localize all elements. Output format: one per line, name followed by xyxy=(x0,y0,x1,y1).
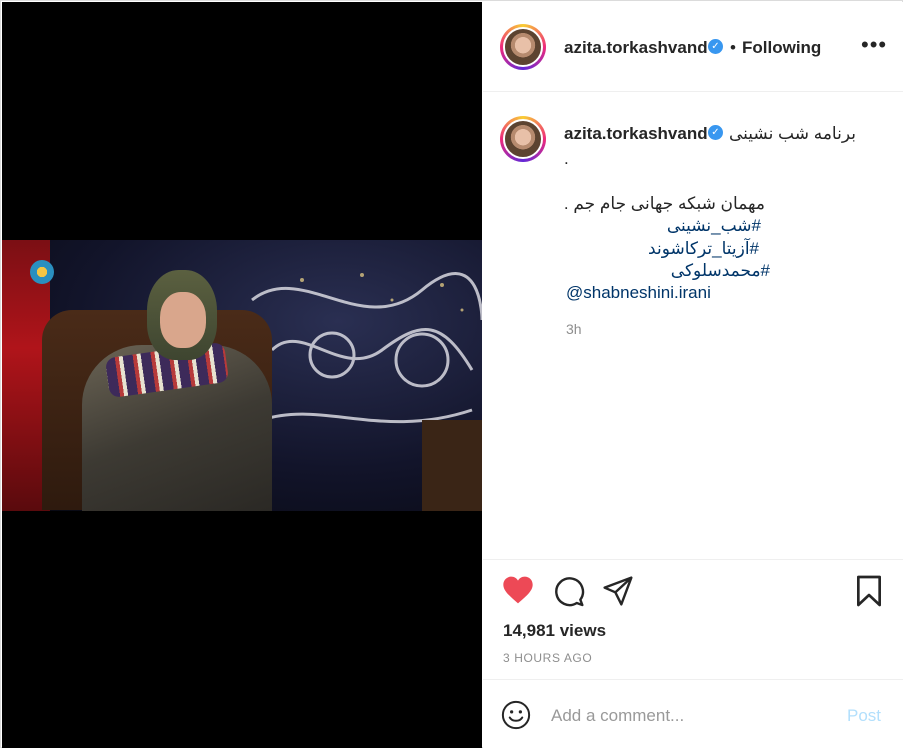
heart-icon[interactable] xyxy=(502,575,534,605)
comment-input[interactable] xyxy=(551,704,831,728)
hashtag-link[interactable]: #محمدسلوکی xyxy=(671,261,770,281)
comment-composer: Post xyxy=(483,679,903,748)
bookmark-icon[interactable] xyxy=(855,575,883,607)
caption-guest-line: مهمان شبکه جهانی جام جم . xyxy=(563,194,765,213)
mention-link[interactable]: @shabneshini.irani xyxy=(566,283,711,303)
action-bar: 14,981 views 3 HOURS AGO xyxy=(483,559,903,679)
video-frame[interactable] xyxy=(2,240,482,511)
side-table xyxy=(422,420,482,511)
hashtag-link[interactable]: #شب_نشینی xyxy=(667,216,761,236)
more-options-icon[interactable]: ••• xyxy=(861,32,887,58)
post-timestamp[interactable]: 3 HOURS AGO xyxy=(503,651,592,665)
emoji-icon[interactable] xyxy=(501,700,531,730)
username-link[interactable]: azita.torkashvand xyxy=(564,38,708,58)
verified-badge-icon: ✓ xyxy=(708,39,723,54)
views-count[interactable]: 14,981 views xyxy=(503,621,606,641)
caption-section: azita.torkashvand ✓ برنامه شب نشینی . مه… xyxy=(483,93,903,559)
caption-first-line: برنامه شب نشینی xyxy=(729,124,856,143)
caption-username-link[interactable]: azita.torkashvand xyxy=(564,124,708,144)
caption-timestamp[interactable]: 3h xyxy=(566,321,582,337)
hashtag-link[interactable]: #آزیتا_ترکاشوند xyxy=(648,239,759,259)
comment-icon[interactable] xyxy=(553,575,585,607)
post-media[interactable] xyxy=(2,2,482,748)
post-comment-button[interactable]: Post xyxy=(847,706,881,726)
post-dialog: azita.torkashvand ✓ • Following ••• azit… xyxy=(0,0,903,748)
post-header: azita.torkashvand ✓ • Following ••• xyxy=(483,2,903,92)
caption-avatar[interactable] xyxy=(500,116,546,162)
share-icon[interactable] xyxy=(602,575,634,607)
guest-face xyxy=(160,292,206,348)
caption-dot-line: . xyxy=(564,149,569,168)
post-panel: azita.torkashvand ✓ • Following ••• azit… xyxy=(483,2,903,748)
following-button[interactable]: Following xyxy=(742,38,821,58)
verified-badge-icon: ✓ xyxy=(708,125,723,140)
separator-dot: • xyxy=(730,38,736,57)
channel-logo xyxy=(30,260,54,284)
avatar[interactable] xyxy=(500,24,546,70)
